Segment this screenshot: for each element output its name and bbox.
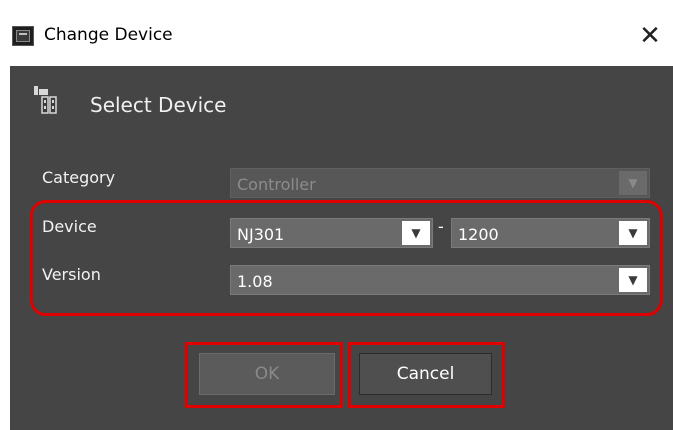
highlight-ok: [185, 342, 343, 408]
chevron-down-icon: ▼: [619, 171, 647, 195]
change-device-dialog: Change Device ✕ Select Device Category C…: [0, 0, 673, 430]
title-bar: Change Device ✕: [0, 0, 673, 64]
category-select: Controller ▼: [230, 168, 650, 198]
highlight-device-version: [30, 200, 663, 316]
close-icon: ✕: [639, 21, 661, 51]
window-title: Change Device: [44, 25, 173, 45]
category-label: Category: [42, 168, 116, 187]
dialog-content: Select Device Category Controller ▼ Devi…: [10, 66, 673, 430]
section-title: Select Device: [90, 93, 227, 117]
category-value: Controller: [237, 175, 316, 194]
app-window-icon: [12, 26, 34, 46]
device-hardware-icon: [34, 86, 57, 114]
highlight-cancel: [348, 342, 505, 408]
close-button[interactable]: ✕: [630, 16, 670, 56]
